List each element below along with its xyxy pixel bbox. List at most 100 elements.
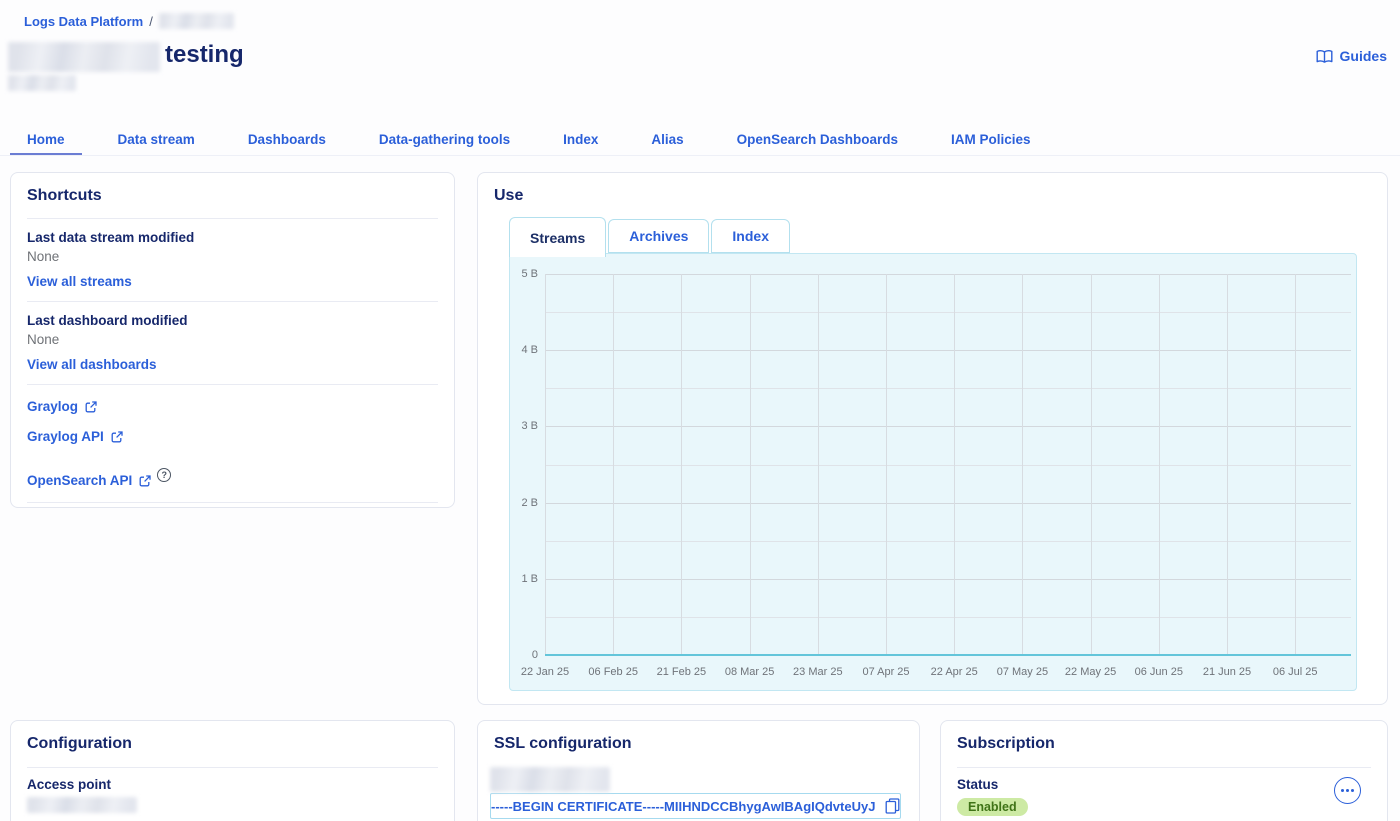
last-data-stream-label: Last data stream modified [27,230,438,245]
use-card: Use StreamsArchivesIndex 5 B4 B3 B2 B1 B… [477,172,1388,705]
y-tick-label: 3 B [521,420,538,432]
status-badge: Enabled [957,798,1028,816]
tab-index[interactable]: Index [546,126,615,155]
gridline-h [545,579,1351,580]
redacted-ssl-text [490,767,610,792]
redacted-service-name [159,13,234,29]
gridline-h [545,465,1351,466]
breadcrumb-root-link[interactable]: Logs Data Platform [24,14,143,29]
status-label: Status [957,777,1371,792]
x-tick-label: 22 Apr 25 [931,666,978,678]
gridline-v [818,274,819,655]
configuration-title: Configuration [27,735,438,753]
divider [957,767,1371,768]
last-dashboard-value: None [27,332,438,347]
certificate-field[interactable]: -----BEGIN CERTIFICATE-----MIIHNDCCBhygA… [490,793,901,819]
external-link-icon [111,431,123,443]
last-data-stream-value: None [27,249,438,264]
gridline-v [750,274,751,655]
shortcuts-title: Shortcuts [27,187,438,205]
x-tick-label: 07 Apr 25 [862,666,909,678]
breadcrumb-separator: / [149,14,153,29]
redacted-subtitle [8,75,76,91]
gridline-h [545,350,1351,351]
divider [27,384,438,385]
use-tabs: StreamsArchivesIndex [509,219,792,257]
page: Logs Data Platform / testing Guides Home… [0,0,1400,821]
gridline-v [1295,274,1296,655]
gridline-v [954,274,955,655]
use-tab-archives[interactable]: Archives [608,219,709,253]
external-link-icon [85,401,97,413]
opensearch-api-link[interactable]: OpenSearch API [27,473,151,488]
chart-plot: 5 B4 B3 B2 B1 B022 Jan 2506 Feb 2521 Feb… [545,274,1351,655]
opensearch-api-link-label: OpenSearch API [27,473,132,488]
tab-home[interactable]: Home [10,126,82,155]
gridline-h [545,617,1351,618]
configuration-card: Configuration Access point [10,720,455,821]
guides-label: Guides [1340,48,1387,64]
ellipsis-icon [1341,789,1344,792]
last-dashboard-label: Last dashboard modified [27,313,438,328]
gridline-h [545,274,1351,275]
page-title: testing [165,41,244,69]
tabs-divider [0,155,1400,156]
redacted-title-prefix [8,42,160,72]
breadcrumb: Logs Data Platform / [24,14,234,29]
main-tabs: Home Data stream Dashboards Data-gathering … [10,126,1048,155]
x-tick-label: 08 Mar 25 [725,666,775,678]
y-tick-label: 2 B [521,497,538,509]
use-title: Use [494,187,1371,205]
ssl-configuration-card: SSL configuration -----BEGIN CERTIFICATE… [477,720,920,821]
tab-data-gathering-tools[interactable]: Data-gathering tools [362,126,527,155]
view-all-dashboards-link[interactable]: View all dashboards [27,357,157,372]
divider [27,218,438,219]
ssl-title: SSL configuration [494,735,903,753]
divider [27,301,438,302]
external-link-icon [139,475,151,487]
tab-alias[interactable]: Alias [634,126,700,155]
x-tick-label: 21 Jun 25 [1203,666,1251,678]
shortcuts-card: Shortcuts Last data stream modified None… [10,172,455,508]
use-tab-index[interactable]: Index [711,219,790,253]
x-tick-label: 06 Jul 25 [1273,666,1318,678]
y-tick-label: 4 B [521,344,538,356]
gridline-v [681,274,682,655]
x-tick-label: 06 Feb 25 [588,666,638,678]
certificate-preview: -----BEGIN CERTIFICATE-----MIIHNDCCBhygA… [491,799,876,814]
series-line [545,654,1351,656]
more-options-button[interactable] [1334,777,1361,804]
tab-dashboards[interactable]: Dashboards [231,126,343,155]
gridline-v [545,274,546,655]
subscription-card: Subscription Status Enabled [940,720,1388,821]
graylog-link-label: Graylog [27,399,78,414]
gridline-v [1227,274,1228,655]
gridline-h [545,426,1351,427]
x-tick-label: 06 Jun 25 [1135,666,1183,678]
gridline-h [545,312,1351,313]
tab-data-stream[interactable]: Data stream [101,126,212,155]
x-tick-label: 07 May 25 [997,666,1048,678]
graylog-api-link-label: Graylog API [27,429,104,444]
guides-link[interactable]: Guides [1316,48,1387,64]
x-tick-label: 22 Jan 25 [521,666,569,678]
view-all-streams-link[interactable]: View all streams [27,274,132,289]
x-tick-label: 22 May 25 [1065,666,1116,678]
gridline-h [545,503,1351,504]
use-tab-streams[interactable]: Streams [509,217,606,257]
graylog-api-link[interactable]: Graylog API [27,429,438,444]
subscription-title: Subscription [957,735,1371,753]
divider [27,767,438,768]
book-icon [1316,49,1333,64]
divider [27,502,438,503]
copy-icon[interactable] [885,798,900,814]
tab-opensearch-dashboards[interactable]: OpenSearch Dashboards [720,126,915,155]
redacted-access-point-value [27,797,137,813]
tab-iam-policies[interactable]: IAM Policies [934,126,1048,155]
graylog-link[interactable]: Graylog [27,399,438,414]
x-tick-label: 21 Feb 25 [657,666,707,678]
y-tick-label: 1 B [521,573,538,585]
x-tick-label: 23 Mar 25 [793,666,843,678]
gridline-v [1159,274,1160,655]
help-circle-icon[interactable]: ? [157,468,171,482]
